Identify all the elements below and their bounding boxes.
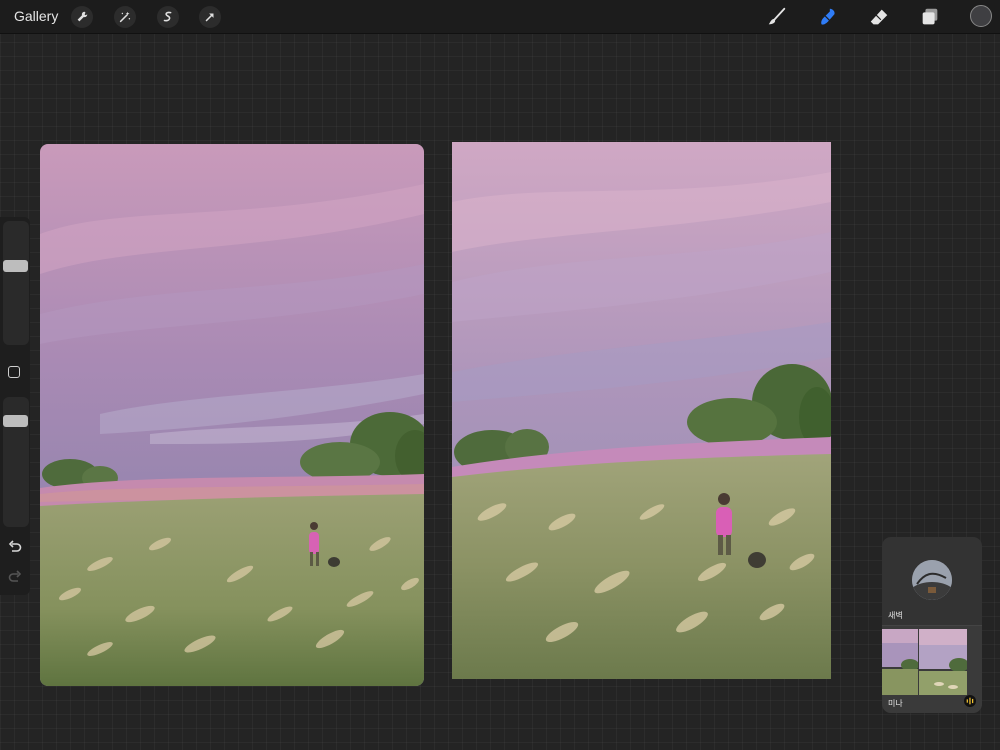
layers-icon[interactable] — [918, 5, 942, 29]
wrench-icon[interactable] — [71, 6, 93, 28]
audio-waveform-icon[interactable] — [964, 695, 976, 707]
gallery-button[interactable]: Gallery — [14, 8, 58, 24]
brush-size-thumb[interactable] — [3, 260, 28, 273]
smudge-icon[interactable] — [816, 5, 840, 29]
artwork-right-painting — [452, 142, 831, 679]
artwork-right[interactable] — [452, 142, 831, 679]
left-sidebar — [0, 217, 30, 595]
top-toolbar: Gallery — [0, 0, 1000, 34]
brush-size-slider[interactable] — [3, 221, 29, 345]
artwork-left-painting — [40, 144, 424, 686]
reference-thumb-right[interactable] — [919, 629, 967, 695]
selection-icon[interactable] — [157, 6, 179, 28]
undo-icon[interactable] — [7, 539, 23, 555]
brush-icon[interactable] — [765, 5, 789, 29]
color-picker-swatch[interactable] — [970, 5, 992, 27]
eraser-icon[interactable] — [867, 5, 891, 29]
redo-icon[interactable] — [7, 569, 23, 585]
modify-button[interactable] — [8, 366, 20, 378]
reference-top-label: 새벽 — [888, 611, 903, 620]
opacity-thumb[interactable] — [3, 414, 28, 427]
reference-avatar — [912, 560, 952, 600]
reference-thumb-left[interactable] — [882, 629, 918, 695]
reference-panel[interactable]: 새벽 미나 — [882, 537, 982, 713]
artwork-left[interactable] — [40, 144, 424, 686]
reference-bottom-label: 미나 — [888, 699, 903, 708]
magic-wand-icon[interactable] — [114, 6, 136, 28]
arrow-cursor-icon[interactable] — [199, 6, 221, 28]
